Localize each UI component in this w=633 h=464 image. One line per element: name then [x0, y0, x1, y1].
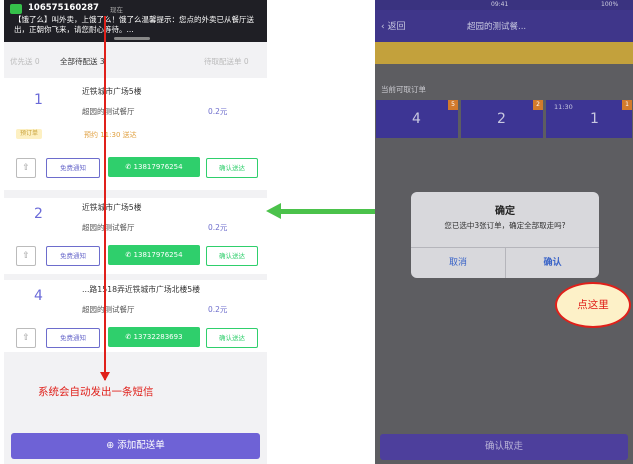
order-address: 近铁城市广场5楼	[82, 203, 142, 212]
sms-time: 现在	[110, 6, 123, 14]
order-address: ...路1518弄近铁城市广场北楼5楼	[82, 285, 201, 294]
order-card[interactable]: 11:30 1 1	[546, 100, 632, 138]
sms-notification[interactable]: 106575160287 现在 【饿了么】叫外卖，上饿了么！饿了么温馨提示：您点…	[4, 0, 267, 42]
order-price: 0.2元	[208, 223, 228, 232]
order-badge: 2	[533, 100, 543, 110]
phone-number: 13732283693	[133, 333, 183, 341]
phone-icon: ✆	[125, 163, 134, 171]
order-price: 0.2元	[208, 305, 228, 314]
order-tabs: 优先送 0 全部待配送 3 待取配送单 0	[4, 52, 267, 70]
tab-to-pickup[interactable]: 待取配送单 0	[204, 56, 249, 67]
left-phone-screen: 106575160287 现在 【饿了么】叫外卖，上饿了么！饿了么温馨提示：您点…	[4, 0, 267, 464]
order-number: 2	[34, 206, 43, 222]
battery-level: 100%	[601, 1, 619, 8]
card-time: 11:30	[554, 103, 573, 111]
confirm-delivered-button[interactable]: 确认送达	[206, 328, 258, 348]
click-here-callout: 点这里	[555, 282, 631, 328]
tab-priority[interactable]: 优先送 0	[10, 56, 40, 67]
move-up-button[interactable]: ⇧	[16, 328, 36, 348]
green-arrow-head	[266, 203, 281, 219]
free-notify-button[interactable]: 免费通知	[46, 246, 100, 266]
confirm-dialog: 确定 您已选中3张订单，确定全部取走吗? 取消 确认	[411, 192, 599, 278]
order-count: 2	[497, 111, 506, 127]
divider	[4, 190, 267, 198]
back-button[interactable]: ‹ 返回	[381, 19, 405, 32]
order-restaurant: 超园的测试餐厅	[82, 223, 135, 232]
order-number: 4	[34, 288, 43, 304]
phone-icon: ✆	[125, 251, 134, 259]
order-address: 近铁城市广场5楼	[82, 87, 142, 96]
add-delivery-button[interactable]: ⊕ 添加配送单	[11, 433, 260, 459]
phone-number: 13817976254	[133, 251, 183, 259]
order-card[interactable]: 2 2	[461, 100, 543, 138]
tab-all-pending[interactable]: 全部待配送 3	[60, 56, 105, 67]
status-bar: 09:41 100%	[375, 0, 633, 10]
notice-banner	[375, 42, 633, 64]
confirm-delivered-button[interactable]: 确认送达	[206, 246, 258, 266]
confirm-button[interactable]: 确认	[506, 248, 599, 278]
green-arrow-line	[280, 209, 375, 214]
order-card: 2 近铁城市广场5楼 超园的测试餐厅 0.2元 ⇧ 免费通知 ✆ 1381797…	[4, 198, 267, 274]
nav-title: 超园的测试餐...	[467, 22, 527, 32]
order-eta: 预约 11:30 送达	[84, 131, 137, 139]
order-number: 1	[34, 92, 43, 108]
order-badge: 5	[448, 100, 458, 110]
free-notify-button[interactable]: 免费通知	[46, 328, 100, 348]
dialog-message: 您已选中3张订单，确定全部取走吗?	[444, 221, 566, 230]
sms-body: 【饿了么】叫外卖，上饿了么！饿了么温馨提示：您点的外卖已从餐厅送出，正朝你飞来，…	[14, 15, 254, 34]
order-price: 0.2元	[208, 107, 228, 116]
order-count: 1	[590, 111, 599, 127]
confirm-delivered-button[interactable]: 确认送达	[206, 158, 258, 178]
order-badge: 1	[622, 100, 632, 110]
dialog-title: 确定	[495, 206, 515, 217]
free-notify-button[interactable]: 免费通知	[46, 158, 100, 178]
plus-circle-icon: ⊕	[106, 440, 118, 451]
confirm-pickup-button[interactable]: 确认取走	[380, 434, 628, 460]
red-arrow-head	[100, 372, 110, 381]
nav-bar: ‹ 返回 超园的测试餐...	[375, 10, 633, 42]
preorder-tag: 预订单	[16, 129, 42, 139]
status-time: 09:41	[491, 1, 509, 8]
order-card: 4 ...路1518弄近铁城市广场北楼5楼 超园的测试餐厅 0.2元 ⇧ 免费通…	[4, 280, 267, 352]
add-delivery-label: 添加配送单	[117, 440, 165, 451]
message-icon	[10, 4, 22, 14]
phone-number: 13817976254	[133, 163, 183, 171]
move-up-button[interactable]: ⇧	[16, 158, 36, 178]
order-restaurant: 超园的测试餐厅	[82, 107, 135, 116]
phone-icon: ✆	[125, 333, 134, 341]
call-button[interactable]: ✆ 13732283693	[108, 327, 200, 347]
order-card: 1 近铁城市广场5楼 超园的测试餐厅 0.2元 预订单 预约 11:30 送达 …	[4, 78, 267, 190]
order-restaurant: 超园的测试餐厅	[82, 305, 135, 314]
sms-sender: 106575160287	[28, 3, 99, 13]
move-up-button[interactable]: ⇧	[16, 246, 36, 266]
back-label: 返回	[387, 22, 406, 32]
call-button[interactable]: ✆ 13817976254	[108, 245, 200, 265]
right-phone-screen: 09:41 100% ‹ 返回 超园的测试餐... 当前可取订单 4 5 2 2…	[375, 0, 633, 464]
call-button[interactable]: ✆ 13817976254	[108, 157, 200, 177]
order-count: 4	[412, 111, 421, 127]
red-arrow-line	[104, 16, 106, 380]
sms-annotation: 系统会自动发出一条短信	[38, 386, 154, 398]
section-label: 当前可取订单	[381, 85, 426, 94]
notification-handle[interactable]	[114, 37, 150, 40]
order-card[interactable]: 4 5	[376, 100, 458, 138]
cancel-button[interactable]: 取消	[411, 248, 505, 278]
